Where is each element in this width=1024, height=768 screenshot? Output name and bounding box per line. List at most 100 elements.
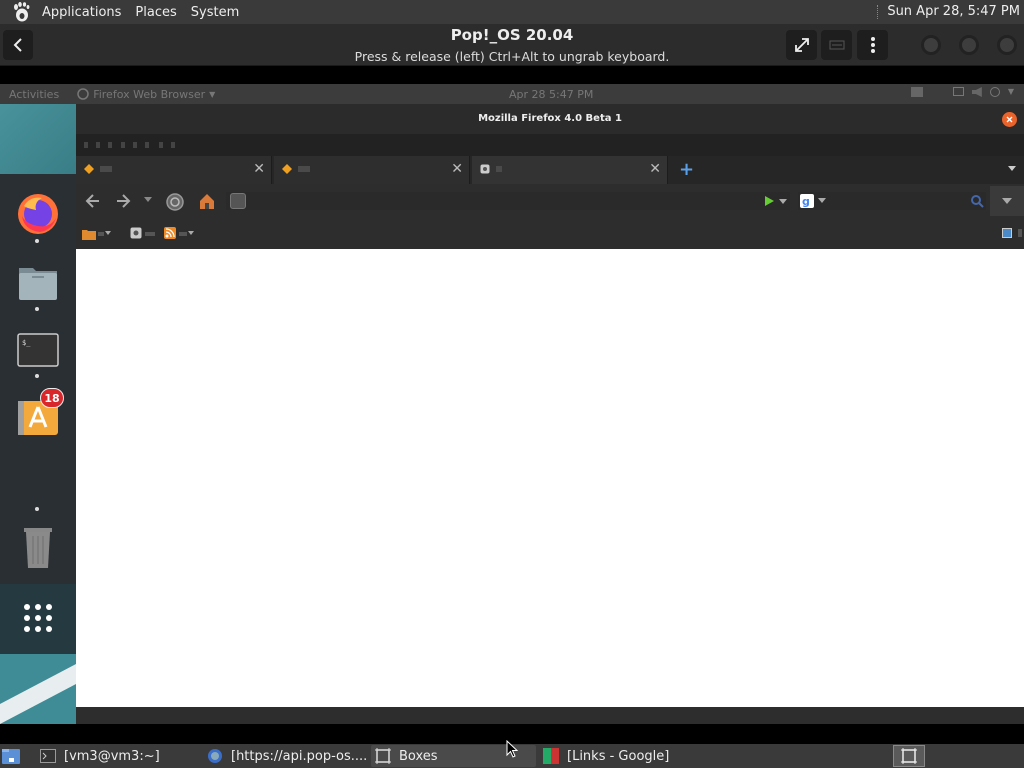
tab-close-icon[interactable]: ✕ (649, 162, 661, 176)
guest-clock[interactable]: Apr 28 5:47 PM (509, 88, 593, 101)
activities-button[interactable]: Activities (9, 88, 59, 101)
volume-icon (971, 87, 982, 97)
back-arrow-icon[interactable] (83, 192, 101, 210)
terminal-icon: $_ (17, 333, 59, 367)
taskbar-item-terminal[interactable]: [vm3@vm3:~] (37, 745, 199, 767)
clock-text: Sun Apr 28, 5:47 PM (887, 4, 1020, 19)
menu-item-help[interactable] (159, 142, 163, 148)
new-tab-button[interactable]: + (679, 159, 694, 180)
taskbar-item-label: [Links - Google] (567, 748, 670, 764)
firefox-navbar: g (76, 184, 1024, 218)
rss-feed-icon[interactable] (164, 227, 176, 239)
forward-arrow-icon[interactable] (115, 192, 133, 210)
notification-badge: 18 (40, 388, 64, 408)
network-icon (910, 87, 923, 97)
menu-item-edit[interactable] (96, 142, 100, 148)
menu-system[interactable]: System (191, 5, 239, 20)
app-grid-icon (24, 604, 52, 632)
firefox-content-area[interactable] (76, 249, 1024, 707)
history-dropdown-icon[interactable] (144, 197, 152, 202)
url-dropdown-icon[interactable] (779, 199, 787, 204)
firefox-window: Mozilla Firefox 4.0 Beta 1 ✕ ✕ ✕ + g (76, 104, 1024, 724)
dock-files[interactable] (14, 258, 62, 306)
app-menu[interactable]: Firefox Web Browser ▼ (77, 88, 215, 101)
folder-icon[interactable] (82, 228, 96, 240)
dock-app-grid[interactable] (14, 594, 62, 642)
browser-tab[interactable]: ✕ (76, 156, 272, 184)
files-icon (19, 268, 57, 300)
site-identity-icon[interactable] (230, 193, 246, 209)
display-icon (952, 87, 964, 96)
chevron-down-icon[interactable] (105, 231, 111, 235)
toolbar-overflow-icon[interactable] (1018, 229, 1022, 237)
running-indicator (35, 374, 39, 378)
chevron-down-icon: ▼ (1007, 87, 1014, 96)
vertical-dots-icon (870, 37, 875, 53)
taskbar-item-browser[interactable]: [https://api.pop-os.... (205, 745, 367, 767)
chevron-down-icon[interactable] (188, 231, 194, 235)
app-menu-label: Firefox Web Browser (93, 87, 206, 101)
menu-applications[interactable]: Applications (42, 5, 121, 20)
firefox-titlebar[interactable]: Mozilla Firefox 4.0 Beta 1 (76, 104, 1024, 134)
dock-trash[interactable] (14, 524, 62, 572)
fullscreen-button[interactable] (786, 30, 817, 60)
tab-title (298, 166, 310, 172)
gnome-foot-icon[interactable] (10, 1, 32, 23)
dock-terminal[interactable]: $_ (14, 326, 62, 374)
tab-close-icon[interactable]: ✕ (451, 162, 463, 176)
browser-tab-active[interactable]: ✕ (472, 156, 668, 184)
url-bar[interactable] (226, 192, 790, 210)
tab-title (100, 166, 112, 172)
bookmark-page-icon[interactable] (130, 227, 142, 239)
firefox-menubar (76, 134, 1024, 156)
dock-firefox[interactable] (14, 190, 62, 238)
bookmark-label (179, 232, 187, 236)
tab-close-icon[interactable]: ✕ (253, 162, 265, 176)
warning-icon (84, 164, 94, 174)
menu-places[interactable]: Places (135, 5, 176, 20)
chevron-down-icon (1002, 198, 1012, 204)
menu-item-extra[interactable] (171, 142, 175, 148)
guest-display[interactable]: Activities Firefox Web Browser ▼ Apr 28 … (0, 84, 1024, 724)
bookmarks-menu-icon[interactable] (1002, 228, 1012, 238)
running-indicator (35, 507, 39, 511)
svg-text:$_: $_ (22, 339, 31, 347)
warning-icon (282, 164, 292, 174)
keyboard-icon (829, 40, 844, 50)
firefox-close-button[interactable] (1002, 112, 1017, 127)
tab-list-button[interactable] (1008, 166, 1016, 171)
keyboard-shortcuts-button[interactable] (821, 30, 852, 60)
trash-icon (24, 528, 52, 568)
show-desktop-button[interactable] (0, 744, 22, 768)
firefox-window-title: Mozilla Firefox 4.0 Beta 1 (478, 113, 622, 124)
go-arrow-icon[interactable] (764, 196, 776, 206)
google-icon[interactable]: g (800, 194, 816, 208)
close-button[interactable] (997, 35, 1017, 55)
clock[interactable]: Sun Apr 28, 5:47 PM (877, 4, 1020, 19)
taskbar-item-links[interactable]: [Links - Google] (541, 745, 703, 767)
tab-title (496, 166, 502, 172)
search-engine-dropdown-icon[interactable] (818, 198, 826, 203)
home-icon[interactable] (199, 192, 215, 210)
properties-menu-button[interactable] (857, 30, 888, 60)
workspace-switcher[interactable] (893, 745, 925, 767)
browser-tab[interactable]: ✕ (274, 156, 470, 184)
search-icon[interactable] (970, 194, 984, 208)
close-icon (1006, 116, 1013, 123)
minimize-button[interactable] (921, 35, 941, 55)
menu-item-view[interactable] (108, 142, 112, 148)
terminal-icon (40, 749, 56, 763)
menu-item-history[interactable] (121, 142, 125, 148)
bookmarks-toolbar (76, 218, 1024, 248)
menu-item-file[interactable] (84, 142, 88, 148)
search-bar[interactable]: g (798, 192, 986, 210)
boxes-header-bar: Pop!_OS 20.04 Press & release (left) Ctr… (0, 24, 1024, 66)
menu-item-tools[interactable] (145, 142, 149, 148)
reload-icon[interactable] (165, 192, 185, 212)
menu-item-bookmarks[interactable] (133, 142, 137, 148)
workspace-icon (901, 748, 917, 764)
maximize-button[interactable] (959, 35, 979, 55)
firefox-menu-button[interactable] (990, 186, 1024, 216)
system-tray[interactable]: ▼ (910, 87, 1014, 97)
power-icon (989, 87, 1000, 97)
